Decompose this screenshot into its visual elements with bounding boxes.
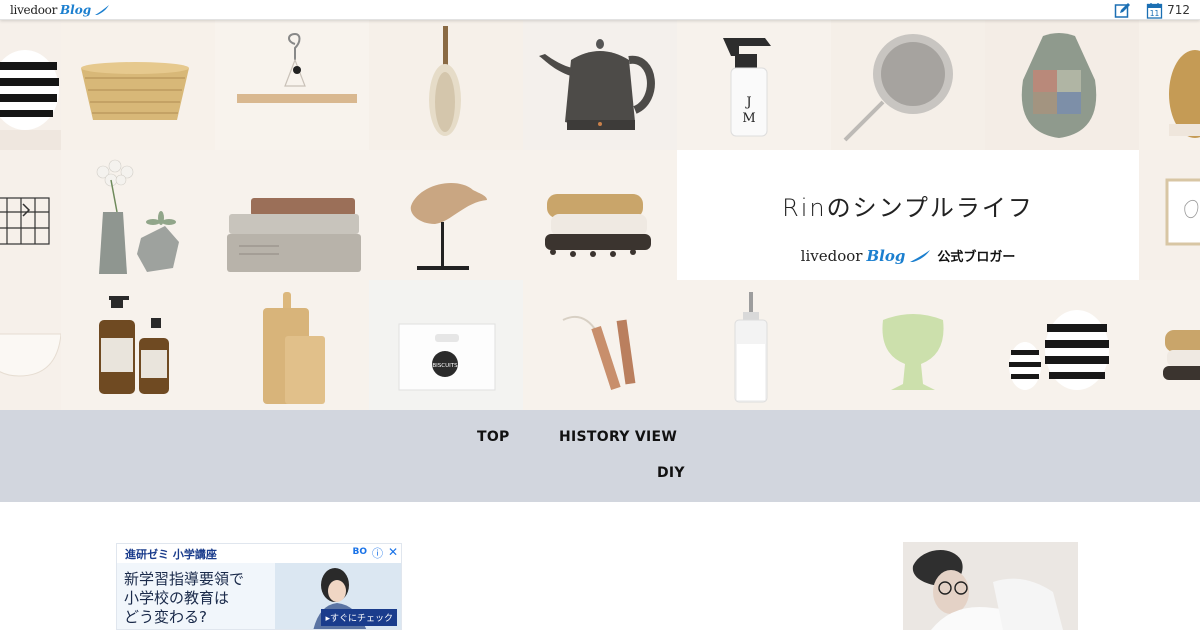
blog-title[interactable]: Rinのシンプルライフ [677, 188, 1139, 223]
nav-item-diy[interactable]: DIY [657, 465, 685, 481]
counter-value: 712 [1167, 3, 1190, 17]
feather-icon [910, 249, 931, 262]
ad-copy-line: どう変わる? [124, 608, 207, 626]
logo-blog-text: Blog [60, 3, 92, 17]
calendar-day: 11 [1149, 9, 1159, 18]
official-logo-blog: Blog [866, 246, 906, 265]
tile-wooden-hanger [215, 20, 369, 150]
info-icon[interactable]: ⓘ [372, 545, 383, 561]
tile-strainer [831, 20, 985, 150]
nav-item-top[interactable]: TOP [477, 429, 510, 445]
tile-wooden-pieces [523, 280, 677, 410]
profile-image[interactable] [903, 542, 1078, 630]
tile-brush-stack [1139, 280, 1200, 410]
ad-brand: 進研ゼミ 小学講座 [125, 548, 217, 561]
svg-text:J: J [744, 95, 751, 110]
tile-feather-duster [369, 20, 523, 150]
ad-header: 進研ゼミ 小学講座 BO ⓘ ✕ [117, 544, 401, 563]
feather-icon [95, 5, 110, 15]
calendar-icon[interactable]: 11 [1145, 1, 1163, 19]
tile-bamboo-basket [61, 20, 215, 150]
tile-cutting-boards [215, 280, 369, 410]
official-label: 公式ブロガー [937, 250, 1016, 265]
official-logo-text: livedoor [800, 246, 863, 265]
tile-wall-frame [1139, 150, 1200, 280]
ad-banner[interactable]: 進研ゼミ 小学講座 BO ⓘ ✕ 新学習指導要領で 小学校の教育は どう変わる?… [116, 543, 402, 630]
global-nav: TOP HISTORY VIEW DIY [0, 410, 1200, 502]
header-banner[interactable]: J M Rinのシンプルライフ livedoor Blog 公式ブロガー BIS… [0, 20, 1200, 410]
official-blogger-badge: livedoor Blog 公式ブロガー [677, 246, 1139, 266]
ad-mini-logo: BO [352, 547, 367, 557]
tile-scrub-brush [1139, 20, 1200, 150]
tile-wire-basket [0, 150, 61, 280]
tile-wooden-bird [369, 150, 523, 280]
svg-text:M: M [742, 111, 755, 126]
close-icon[interactable]: ✕ [388, 545, 398, 559]
ad-copy-line: 新学習指導要領で [124, 570, 245, 588]
tile-glass-bottle [677, 280, 831, 410]
svg-text:BISCUITS: BISCUITS [432, 363, 458, 369]
tile-amber-bottles [61, 280, 215, 410]
tile-books [215, 150, 369, 280]
ad-copy: 新学習指導要領で 小学校の教育は どう変わる? [124, 570, 244, 627]
livedoor-blog-logo[interactable]: livedoor Blog [10, 2, 110, 18]
blog-title-panel[interactable]: Rinのシンプルライフ livedoor Blog 公式ブロガー [677, 150, 1139, 280]
tile-kettle [523, 20, 677, 150]
nav-item-history-view[interactable]: HISTORY VIEW [559, 429, 677, 445]
pencil-square-icon[interactable] [1113, 1, 1131, 19]
ad-cta-button[interactable]: ▸すぐにチェック [321, 609, 397, 626]
tile-biscuits-box: BISCUITS [369, 280, 523, 410]
logo-text: livedoor [10, 3, 58, 17]
tile-bowl [0, 280, 61, 410]
tile-striped-vase [0, 20, 61, 150]
tile-striped-vases [985, 280, 1139, 410]
tile-green-bowl [831, 280, 985, 410]
tile-drawstring-bag [985, 20, 1139, 150]
tile-spray-bottle: J M [677, 20, 831, 150]
tile-scrub-brushes [523, 150, 677, 280]
ad-copy-line: 小学校の教育は [124, 589, 230, 607]
top-bar: livedoor Blog 11 712 [0, 0, 1200, 20]
tile-flower-vase [61, 150, 215, 280]
